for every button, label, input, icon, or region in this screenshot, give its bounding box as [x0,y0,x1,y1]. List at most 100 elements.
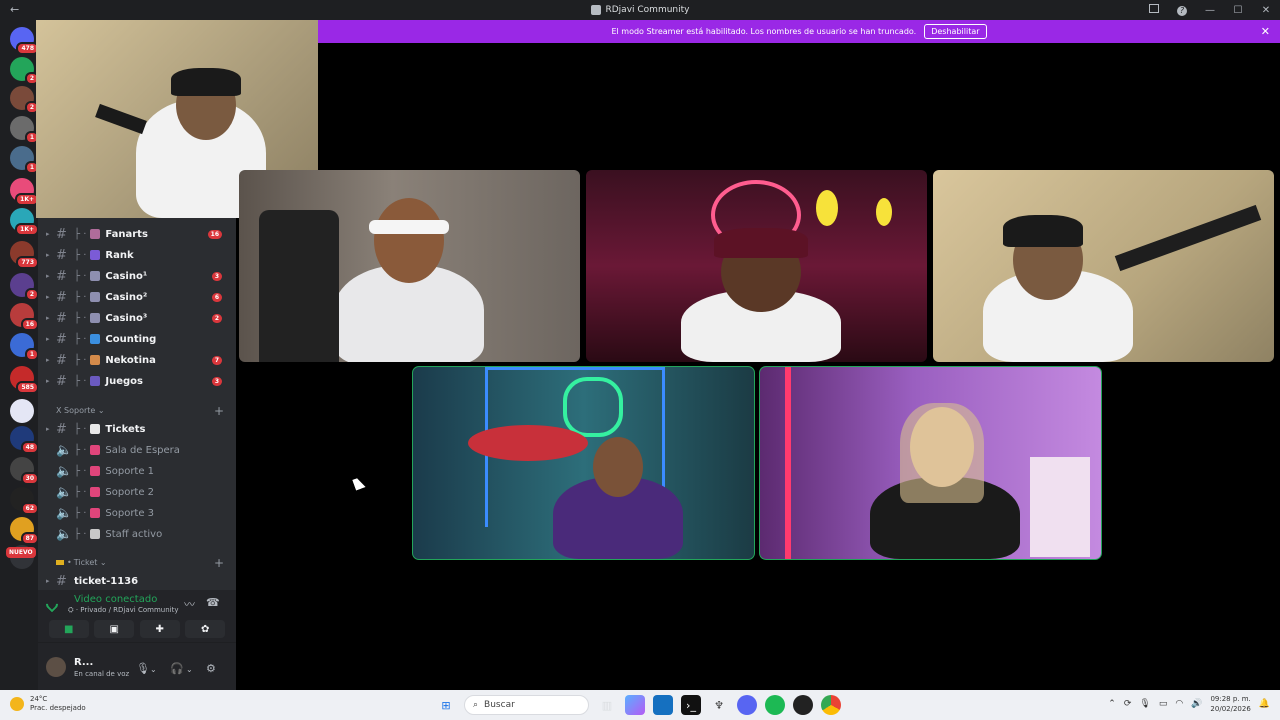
server-icon[interactable]: 1 [10,333,39,361]
expand-arrow-icon: ▸ [46,577,50,585]
voice-channel-item[interactable]: 🔈 ├ · Staff activo [46,524,232,544]
store-icon[interactable] [653,695,673,715]
discord-icon[interactable] [737,695,757,715]
thread-line-icon: ├ · [74,270,87,282]
video-tile-5[interactable] [759,366,1102,560]
help-icon[interactable]: ? [1168,5,1196,16]
mention-badge: 1K+ [15,223,39,236]
username[interactable]: R... [74,657,93,668]
avatar[interactable] [46,657,66,677]
channel-item[interactable]: ▸ # ├ · Tickets [46,419,232,439]
weather-widget[interactable]: 24°C Prac. despejado [10,695,86,713]
close-window-button[interactable]: ✕ [1252,5,1280,16]
channel-emoji-icon [90,250,101,260]
server-icon[interactable]: 16 [10,303,39,331]
activities-button[interactable]: ✚ [139,620,180,638]
voice-channel-item[interactable]: 🔈 ├ · Soporte 3 [46,503,232,523]
server-icon[interactable]: 87 [10,517,39,545]
chrome-icon[interactable] [821,695,841,715]
maximize-button[interactable]: ☐ [1224,5,1252,16]
microphone-icon[interactable]: 🎙 [136,662,150,675]
notification-icon[interactable]: 🔔 [1259,699,1270,709]
add-channel-icon[interactable]: + [214,556,224,570]
chevron-up-icon[interactable]: ⌃ [1108,699,1116,709]
server-icon[interactable] [10,399,34,423]
server-icon[interactable]: 585 [10,366,39,394]
copilot-icon[interactable] [625,695,645,715]
soundboard-button[interactable]: ✿ [185,620,226,638]
inbox-icon[interactable] [1140,4,1168,16]
back-arrow-icon[interactable]: ← [10,3,19,16]
signal-icon [43,595,61,613]
chevron-down-icon[interactable]: ⌄ [186,665,193,674]
server-icon[interactable]: 2 [10,273,39,301]
server-icon[interactable]: 1K+ [10,208,39,236]
windows-start-icon[interactable]: ⊞ [436,695,456,715]
voice-status[interactable]: Video conectado [74,594,157,605]
app-icon-2[interactable] [793,695,813,715]
video-tile-1[interactable] [239,170,580,362]
noise-suppression-icon[interactable]: 〰 [184,596,195,612]
app-icon[interactable]: ♆ [709,695,729,715]
channel-item[interactable]: ▸ # ├ · Nekotina 7 [46,350,232,370]
expand-arrow-icon: ▸ [46,251,50,259]
add-channel-icon[interactable]: + [214,404,224,418]
thread-line-icon: ├ · [74,423,87,435]
channel-name: Soporte 3 [105,507,155,519]
server-icon[interactable]: 478 [10,27,39,55]
volume-icon[interactable]: 🔊 [1191,699,1202,709]
mic-tray-icon[interactable]: 🎙 [1139,699,1150,709]
headphones-icon[interactable]: 🎧 [170,662,184,675]
wifi-icon[interactable]: ◠ [1175,699,1183,709]
server-icon[interactable]: 1 [10,116,39,144]
channel-item[interactable]: ▸ # ├ · Casino³ 2 [46,308,232,328]
spotify-icon[interactable] [765,695,785,715]
server-icon[interactable]: 1K+ [10,178,39,206]
camera-button[interactable]: ■ [48,620,89,638]
channel-item[interactable]: ▸ # ├ · Rank [46,245,232,265]
video-tile-2[interactable] [586,170,927,362]
search-icon: ⌕ [473,700,479,710]
screen-share-icon: ▣ [109,623,119,635]
server-icon[interactable]: 62 [10,487,39,515]
display-icon[interactable]: ▭ [1159,699,1168,709]
category-ticket[interactable]: • Ticket ⌄ + [56,556,232,570]
server-icon[interactable]: 48 [10,426,39,454]
gear-icon[interactable]: ⚙ [206,662,216,675]
channel-item[interactable]: ▸ # ├ · Casino² 6 [46,287,232,307]
close-icon[interactable]: ✕ [1261,25,1270,38]
channel-item[interactable]: ▸ # ├ · Casino¹ 3 [46,266,232,286]
server-icon[interactable]: 1 [10,146,39,174]
channel-name: Soporte 1 [105,465,155,477]
terminal-icon[interactable]: ›_ [681,695,701,715]
clock[interactable]: 09:28 p. m. 20/02/2026 [1210,694,1250,714]
server-icon[interactable]: 773 [10,241,39,269]
unread-count: 7 [211,355,222,365]
expand-arrow-icon: ▸ [46,425,50,433]
sync-icon[interactable]: ⟳ [1124,699,1132,709]
thread-line-icon: ├ · [74,312,87,324]
channel-ticket[interactable]: ▸ # ticket-1136 [46,571,232,591]
voice-channel-item[interactable]: 🔈 ├ · Sala de Espera [46,440,232,460]
server-icon[interactable]: 30 [10,457,39,485]
chevron-down-icon[interactable]: ⌄ [150,665,157,674]
channel-item[interactable]: ▸ # ├ · Counting [46,329,232,349]
disable-streamer-button[interactable]: Deshabilitar [924,24,987,39]
screen-share-button[interactable]: ▣ [94,620,135,638]
video-tile-3[interactable] [933,170,1274,362]
taskbar-search[interactable]: ⌕ Buscar [464,695,589,715]
channel-item[interactable]: ▸ # ├ · Fanarts 16 [46,224,232,244]
video-tile-4[interactable] [412,366,755,560]
voice-channel-item[interactable]: 🔈 ├ · Soporte 1 [46,461,232,481]
expand-arrow-icon: ▸ [46,293,50,301]
server-icon[interactable]: 2 [10,86,39,114]
channel-name: ticket-1136 [74,575,139,587]
channel-item[interactable]: ▸ # ├ · Juegos 3 [46,371,232,391]
disconnect-icon[interactable]: ☎ [206,596,220,609]
server-icon[interactable]: 2 [10,57,39,85]
category-soporte[interactable]: X Soporte ⌄ + [56,404,232,418]
streamer-mode-banner: El modo Streamer está habilitado. Los no… [318,20,1280,43]
task-view-icon[interactable]: ▥ [597,695,617,715]
voice-channel-item[interactable]: 🔈 ├ · Soporte 2 [46,482,232,502]
minimize-button[interactable]: — [1196,5,1224,16]
